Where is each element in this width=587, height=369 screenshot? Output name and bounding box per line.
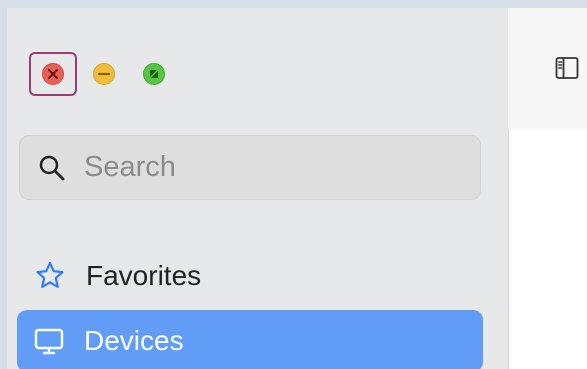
close-button[interactable] <box>42 63 64 85</box>
sidebar-item-label: Devices <box>84 325 184 356</box>
zoom-icon <box>150 70 158 78</box>
minimize-button[interactable] <box>93 63 115 85</box>
monitor-icon <box>34 328 64 355</box>
close-icon <box>48 69 58 79</box>
sidebar: Favorites Devices <box>7 8 509 369</box>
search-icon <box>39 155 65 180</box>
sidebar-item-label: Favorites <box>86 260 202 291</box>
sidebar-item-favorites[interactable]: Favorites <box>34 256 201 296</box>
sidebar-toggle-icon[interactable] <box>555 56 579 80</box>
search-field[interactable] <box>19 135 481 200</box>
content-toolbar <box>508 8 587 130</box>
minimize-icon <box>97 72 111 76</box>
screen: Favorites Devices <box>0 0 587 369</box>
sidebar-item-devices[interactable]: Devices <box>17 310 483 369</box>
zoom-button[interactable] <box>143 63 165 85</box>
search-input[interactable] <box>82 150 446 185</box>
app-window: Favorites Devices <box>7 8 587 369</box>
star-icon <box>36 261 64 288</box>
